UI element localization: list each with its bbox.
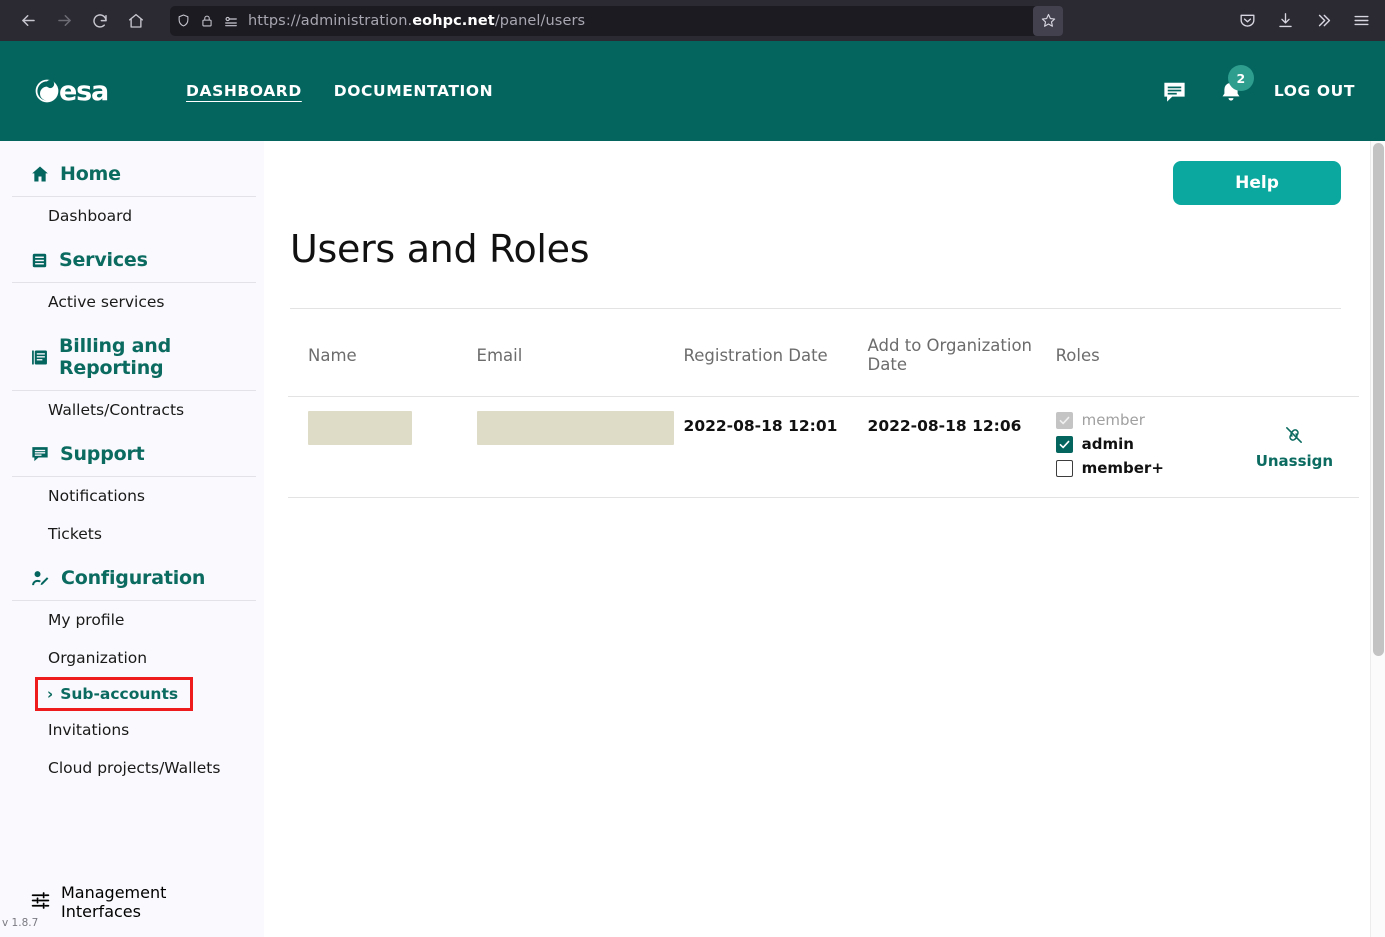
sidebar-section-billing[interactable]: Billing and Reporting [12,321,256,391]
sidebar-section-support[interactable]: Support [12,429,256,477]
header-actions: 2 LOG OUT [1161,65,1355,105]
unlink-icon [1282,425,1306,449]
help-row: Help [288,141,1359,205]
bell-icon[interactable]: 2 [1218,65,1254,104]
cell-roles: member admin member+ [1055,396,1240,498]
page-body: Home Dashboard Services Active services … [0,141,1385,937]
sidebar-section-label: Home [60,163,121,185]
column-header-name[interactable]: Name [288,309,477,397]
page-title: Users and Roles [290,227,590,271]
main-content: Help Users and Roles Name Email Registra… [264,141,1385,937]
sidebar-section-management-interfaces[interactable]: Management Interfaces [12,869,256,937]
sidebar: Home Dashboard Services Active services … [0,141,264,937]
column-header-add-to-organization-date[interactable]: Add to Organization Date [867,309,1056,397]
sidebar-item-label: Sub-accounts [60,685,179,703]
sliders-icon [30,890,51,915]
role-label-member-plus: member+ [1081,459,1164,477]
sidebar-item-my-profile[interactable]: My profile [0,601,264,639]
redacted-name-value [308,411,412,445]
column-header-roles[interactable]: Roles [1055,309,1240,397]
role-label-member: member [1081,411,1145,429]
browser-toolbar: https://administration.eohpc.net/panel/u… [0,0,1385,41]
app-header: esa DASHBOARD DOCUMENTATION 2 LOG OUT [0,41,1385,141]
permissions-icon [223,13,239,29]
esa-logo[interactable]: esa [34,75,109,107]
nav-documentation[interactable]: DOCUMENTATION [334,82,493,100]
column-header-email[interactable]: Email [476,309,684,397]
sidebar-item-notifications[interactable]: Notifications [0,477,264,515]
sidebar-section-label: Management Interfaces [61,883,167,921]
page-scrollbar[interactable] [1370,141,1385,937]
table-row: 2022-08-18 12:01 2022-08-18 12:06 member [288,396,1359,498]
users-roles-table: Name Email Registration Date Add to Orga… [288,309,1359,498]
sidebar-section-label: Configuration [61,567,206,589]
column-header-registration-date[interactable]: Registration Date [683,309,868,397]
table-header-row: Name Email Registration Date Add to Orga… [288,309,1359,397]
forward-arrow-icon[interactable] [48,5,80,37]
table-body: 2022-08-18 12:01 2022-08-18 12:06 member [288,396,1359,498]
sidebar-section-services[interactable]: Services [12,235,256,283]
checkbox-member-plus[interactable] [1055,459,1073,477]
cell-actions: Unassign [1239,396,1359,498]
help-button[interactable]: Help [1173,161,1341,205]
sidebar-item-active-services[interactable]: Active services [0,283,264,321]
pocket-icon[interactable] [1235,9,1259,33]
download-icon[interactable] [1273,9,1297,33]
sidebar-section-label: Support [60,443,145,465]
sidebar-section-configuration[interactable]: Configuration [12,553,256,601]
cell-email [476,396,684,498]
lock-icon [200,14,214,28]
sidebar-item-dashboard[interactable]: Dashboard [0,197,264,235]
url-text: https://administration.eohpc.net/panel/u… [248,12,586,29]
app-version: v 1.8.7 [2,917,39,929]
sidebar-item-cloud-projects-wallets[interactable]: Cloud projects/Wallets [0,749,264,787]
column-header-actions [1239,309,1359,397]
cell-name [288,396,477,498]
sidebar-section-label: Services [59,249,148,271]
logout-button[interactable]: LOG OUT [1274,82,1355,100]
user-settings-icon [30,568,51,589]
browser-actions [1201,9,1373,33]
address-bar[interactable]: https://administration.eohpc.net/panel/u… [170,5,1057,36]
role-member-plus[interactable]: member+ [1055,459,1230,477]
sidebar-item-sub-accounts[interactable]: › Sub-accounts [35,677,194,711]
chat-icon [30,444,50,464]
sidebar-item-wallets-contracts[interactable]: Wallets/Contracts [0,391,264,429]
back-arrow-icon[interactable] [12,5,44,37]
sidebar-item-tickets[interactable]: Tickets [0,515,264,553]
message-icon[interactable] [1161,78,1188,105]
cell-add-to-organization-date: 2022-08-18 12:06 [867,396,1056,498]
sidebar-section-label: Billing and Reporting [59,335,172,379]
sidebar-item-organization[interactable]: Organization [0,639,264,677]
redacted-email-value [476,411,674,445]
star-icon[interactable] [1033,5,1063,36]
chevron-right-icon: › [47,684,54,703]
sidebar-section-home[interactable]: Home [12,149,256,197]
role-label-admin: admin [1081,435,1134,453]
home-icon[interactable] [120,5,152,37]
esa-wordmark: esa [59,75,109,107]
esa-emblem-icon [35,79,59,103]
header-nav: DASHBOARD DOCUMENTATION [186,82,493,100]
shield-icon [176,13,191,28]
chevrons-right-icon[interactable] [1311,9,1335,33]
home-icon [30,164,50,184]
sidebar-item-invitations[interactable]: Invitations [0,711,264,749]
notification-badge: 2 [1227,65,1254,91]
hamburger-menu-icon[interactable] [1349,9,1373,33]
role-member: member [1055,411,1230,429]
reload-icon[interactable] [84,5,116,37]
unassign-label: Unassign [1255,452,1334,470]
list-icon [30,251,49,270]
role-admin[interactable]: admin [1055,435,1230,453]
checkbox-admin[interactable] [1055,435,1073,453]
nav-dashboard[interactable]: DASHBOARD [186,82,302,100]
unassign-button[interactable]: Unassign [1240,411,1349,470]
book-icon [30,348,49,367]
scrollbar-thumb[interactable] [1373,143,1384,656]
checkbox-member [1055,411,1073,429]
table-head: Name Email Registration Date Add to Orga… [288,309,1359,397]
cell-registration-date: 2022-08-18 12:01 [683,396,868,498]
